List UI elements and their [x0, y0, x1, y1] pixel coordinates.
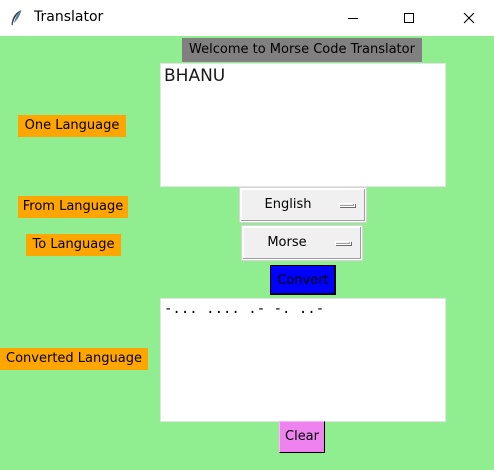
- close-icon: [463, 12, 475, 24]
- one-language-label: One Language: [18, 115, 126, 137]
- welcome-heading: Welcome to Morse Code Translator: [182, 38, 422, 62]
- close-button[interactable]: [446, 0, 492, 36]
- from-language-value: English: [264, 197, 312, 212]
- option-menu-indicator-icon: [339, 203, 355, 207]
- converted-language-label: Converted Language: [0, 348, 148, 370]
- maximize-button[interactable]: [386, 0, 432, 36]
- from-language-label: From Language: [18, 196, 128, 218]
- to-language-label: To Language: [26, 234, 121, 256]
- convert-button[interactable]: Convert: [270, 265, 336, 295]
- to-language-value: Morse: [267, 235, 307, 250]
- clear-button[interactable]: Clear: [279, 421, 325, 453]
- window-title: Translator: [34, 9, 104, 25]
- title-bar: Translator: [0, 0, 494, 36]
- to-language-select[interactable]: Morse: [242, 226, 362, 260]
- minimize-icon: [348, 18, 358, 19]
- from-language-select[interactable]: English: [240, 188, 366, 222]
- output-textbox[interactable]: -... .... .- -. ..-: [160, 298, 446, 422]
- option-menu-indicator-icon: [335, 241, 351, 245]
- maximize-icon: [404, 13, 414, 23]
- minimize-button[interactable]: [330, 0, 376, 36]
- app-window: Welcome to Morse Code Translator One Lan…: [0, 36, 494, 470]
- feather-icon: [11, 10, 22, 26]
- input-textbox[interactable]: BHANU: [160, 63, 446, 187]
